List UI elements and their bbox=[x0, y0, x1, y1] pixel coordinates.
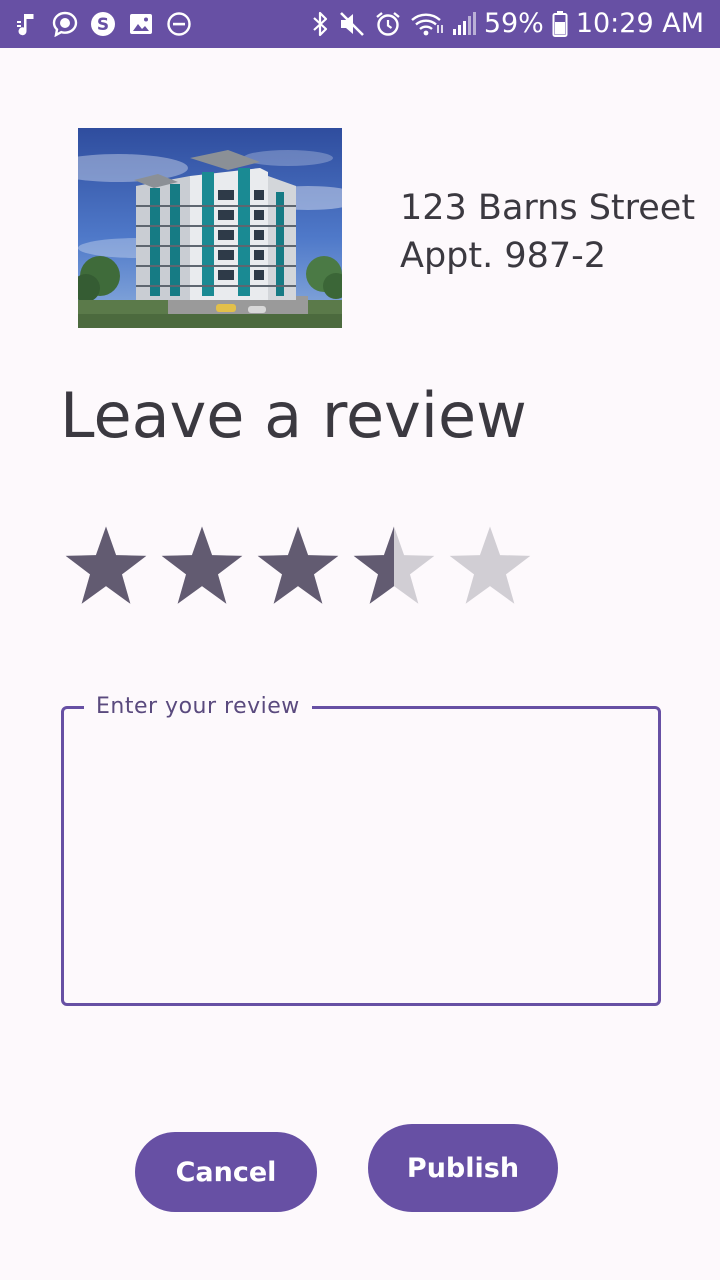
chat-bubble-icon bbox=[52, 11, 78, 37]
review-field[interactable]: Enter your review bbox=[61, 693, 661, 1006]
battery-icon bbox=[552, 10, 568, 38]
bluetooth-icon bbox=[310, 10, 330, 38]
status-bar-system: 59% 10:29 AM bbox=[310, 6, 704, 42]
apartment-building-image bbox=[78, 128, 342, 328]
review-input[interactable] bbox=[84, 733, 638, 987]
clock: 10:29 AM bbox=[575, 8, 704, 39]
listing-address: 123 Barns Street Appt. 987-2 bbox=[400, 184, 716, 280]
battery-percentage: 59% bbox=[483, 8, 544, 39]
cancel-button[interactable]: Cancel bbox=[135, 1132, 317, 1212]
star-2-icon[interactable] bbox=[160, 524, 244, 608]
page-title: Leave a review bbox=[60, 379, 527, 452]
signal-icon bbox=[452, 11, 476, 37]
star-5-icon[interactable] bbox=[448, 524, 532, 608]
mute-icon bbox=[338, 10, 366, 38]
skype-icon: S bbox=[90, 11, 116, 37]
address-line-1: 123 Barns Street bbox=[400, 188, 696, 228]
alarm-icon bbox=[374, 10, 402, 38]
wifi-icon bbox=[410, 10, 444, 38]
music-note-icon bbox=[14, 11, 40, 37]
star-rating[interactable] bbox=[64, 524, 532, 608]
status-bar: S 59% 10:29 AM bbox=[0, 0, 720, 48]
image-icon bbox=[128, 11, 154, 37]
address-line-2: Appt. 987-2 bbox=[400, 236, 607, 276]
publish-button[interactable]: Publish bbox=[368, 1124, 558, 1212]
review-field-label: Enter your review bbox=[84, 693, 312, 721]
star-3-icon[interactable] bbox=[256, 524, 340, 608]
star-1-icon[interactable] bbox=[64, 524, 148, 608]
star-4-icon[interactable] bbox=[352, 524, 436, 608]
status-bar-notifications: S bbox=[14, 8, 192, 40]
do-not-disturb-icon bbox=[166, 11, 192, 37]
svg-text:S: S bbox=[97, 15, 109, 35]
